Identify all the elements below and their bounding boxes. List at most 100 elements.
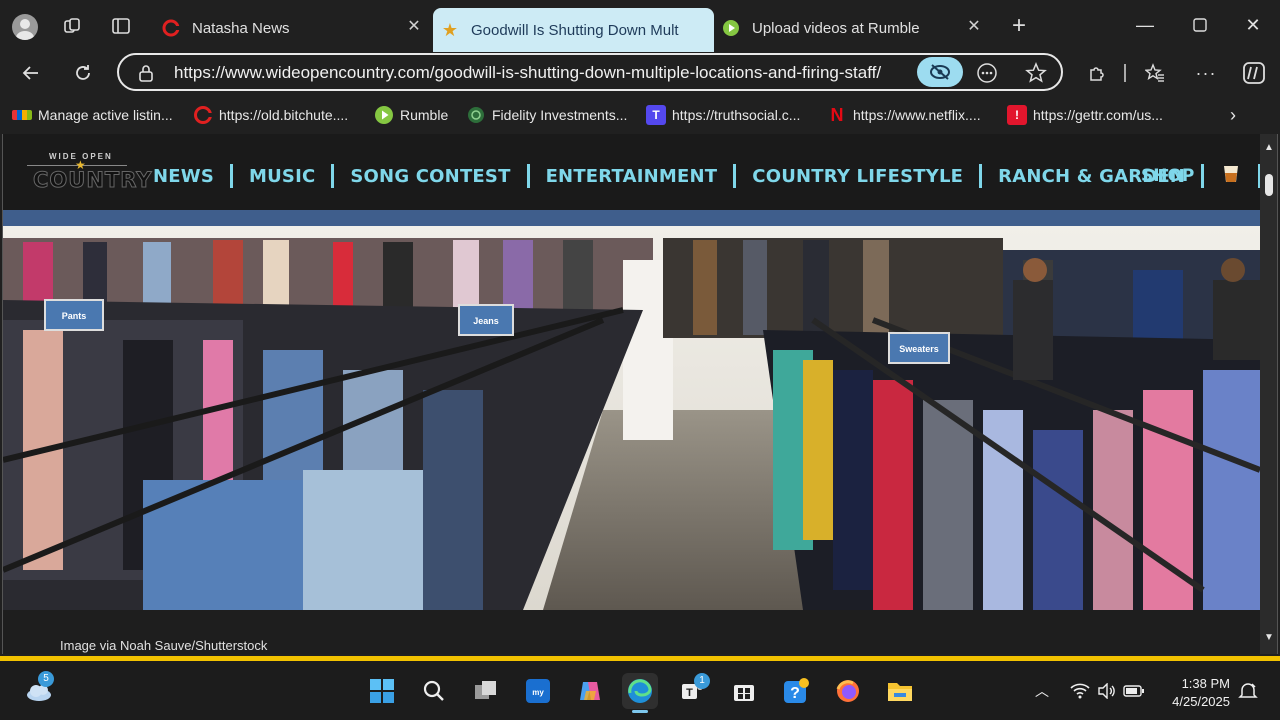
gettr-icon: ! bbox=[1007, 105, 1027, 125]
fidelity-icon bbox=[466, 105, 486, 125]
close-tab-icon[interactable]: ✕ bbox=[964, 17, 984, 37]
settings-more-icon[interactable]: ··· bbox=[1189, 56, 1223, 90]
maximize-icon[interactable] bbox=[1180, 10, 1220, 40]
favorites-bar: Manage active listin... https://old.bitc… bbox=[0, 94, 1280, 134]
bookmark-truthsocial[interactable]: T https://truthsocial.c... bbox=[646, 104, 800, 126]
copilot-icon[interactable] bbox=[1237, 56, 1271, 90]
file-explorer-icon[interactable] bbox=[882, 673, 918, 709]
scroll-down-icon[interactable]: ▼ bbox=[1263, 632, 1275, 644]
firefox-icon[interactable] bbox=[830, 673, 866, 709]
bitchute-icon bbox=[193, 105, 213, 125]
notifications-icon[interactable] bbox=[1230, 673, 1266, 709]
url-text[interactable]: https://www.wideopencountry.com/goodwill… bbox=[174, 63, 881, 83]
svg-text:T: T bbox=[686, 687, 693, 699]
back-icon[interactable] bbox=[14, 56, 48, 90]
rumble-icon bbox=[374, 105, 394, 125]
new-tab-icon[interactable]: + bbox=[1005, 12, 1033, 40]
hero-image: Pants Jeans Sweaters bbox=[3, 210, 1260, 610]
rumble-icon bbox=[722, 19, 740, 37]
tab-title: Goodwill Is Shutting Down Multip bbox=[471, 21, 679, 39]
menu-music[interactable]: MUSIC bbox=[249, 166, 315, 187]
myhp-icon[interactable]: my bbox=[520, 673, 556, 709]
clock-time: 1:38 PM bbox=[1181, 676, 1230, 691]
menu-song-contest[interactable]: SONG CONTEST bbox=[350, 166, 510, 187]
menu-country-lifestyle[interactable]: COUNTRY LIFESTYLE bbox=[752, 166, 963, 187]
close-tab-icon[interactable] bbox=[686, 16, 706, 36]
chevron-up-icon[interactable]: ︿ bbox=[1024, 673, 1060, 709]
sign-pants: Pants bbox=[44, 299, 104, 331]
weather-badge: 5 bbox=[38, 671, 54, 687]
weather-icon[interactable]: 5 bbox=[22, 671, 58, 709]
bookmark-fidelity[interactable]: Fidelity Investments... bbox=[466, 104, 627, 126]
close-tab-icon[interactable]: ✕ bbox=[404, 17, 424, 37]
system-clock[interactable]: 1:38 PM 4/25/2025 bbox=[1160, 675, 1230, 711]
copilot-app-icon[interactable] bbox=[572, 673, 608, 709]
more-options-circle-icon[interactable] bbox=[974, 60, 1000, 86]
refresh-icon[interactable] bbox=[66, 56, 100, 90]
bookmark-label: Rumble bbox=[400, 107, 449, 123]
menu-news[interactable]: NEWS bbox=[153, 166, 214, 187]
menu-separator bbox=[331, 164, 335, 188]
taskbar: 5 my T 1 ? ︿ 1:38 PM 4/25/2025 bbox=[0, 661, 1280, 720]
teams-icon[interactable]: T 1 bbox=[674, 673, 710, 709]
tab-rumble-upload[interactable]: Upload videos at Rumble ✕ bbox=[714, 9, 992, 47]
scroll-thumb[interactable] bbox=[1265, 174, 1273, 196]
bookmark-label: https://gettr.com/us... bbox=[1033, 107, 1163, 123]
task-view-icon[interactable] bbox=[468, 673, 504, 709]
battery-icon[interactable] bbox=[1116, 673, 1152, 709]
sign-jeans-label: Jeans bbox=[473, 316, 499, 326]
site-header: WIDE OPEN ★ COUNTRY NEWS MUSIC SONG CONT… bbox=[3, 134, 1262, 210]
bookmark-bitchute[interactable]: https://old.bitchute.... bbox=[193, 104, 348, 126]
truthsocial-icon: T bbox=[646, 105, 666, 125]
bookmark-label: Manage active listin... bbox=[38, 107, 173, 123]
star-icon: ★ bbox=[441, 19, 459, 40]
red-c-icon bbox=[162, 19, 180, 37]
tracking-prevention-icon[interactable] bbox=[917, 57, 963, 87]
site-logo[interactable]: WIDE OPEN ★ COUNTRY bbox=[19, 152, 152, 196]
svg-text:my: my bbox=[532, 688, 544, 697]
whiskey-glass-icon[interactable] bbox=[1220, 163, 1242, 190]
lock-icon[interactable] bbox=[138, 64, 154, 87]
tab-title: Natasha News bbox=[192, 19, 290, 37]
menu-entertainment[interactable]: ENTERTAINMENT bbox=[546, 166, 718, 187]
search-icon[interactable] bbox=[416, 673, 452, 709]
bookmark-rumble[interactable]: Rumble bbox=[374, 104, 448, 126]
favorite-star-icon[interactable] bbox=[1023, 60, 1049, 86]
favorites-icon[interactable] bbox=[1138, 56, 1172, 90]
ebay-icon bbox=[12, 110, 32, 120]
sign-jeans: Jeans bbox=[458, 304, 514, 336]
page-scrollbar[interactable]: ▲ ▼ bbox=[1260, 134, 1277, 654]
minimize-icon[interactable]: — bbox=[1125, 10, 1165, 40]
scroll-up-icon[interactable]: ▲ bbox=[1263, 142, 1275, 154]
edge-icon[interactable] bbox=[622, 673, 658, 713]
extensions-icon[interactable] bbox=[1080, 56, 1114, 90]
menu-separator bbox=[526, 164, 530, 188]
logo-bottom-text: COUNTRY bbox=[32, 168, 153, 193]
close-window-icon[interactable]: ✕ bbox=[1233, 10, 1273, 40]
svg-text:?: ? bbox=[790, 685, 800, 702]
menu-shop[interactable]: SHOP bbox=[1141, 166, 1194, 186]
start-icon[interactable] bbox=[364, 673, 400, 709]
chevron-right-icon[interactable]: › bbox=[1230, 104, 1236, 126]
sign-sweaters-label: Sweaters bbox=[899, 344, 939, 354]
bookmark-label: https://truthsocial.c... bbox=[672, 107, 801, 123]
address-bar[interactable]: https://www.wideopencountry.com/goodwill… bbox=[117, 53, 1063, 91]
site-menu: NEWS MUSIC SONG CONTEST ENTERTAINMENT CO… bbox=[153, 162, 1277, 190]
tab-title: Upload videos at Rumble bbox=[752, 19, 920, 37]
bookmark-ebay[interactable]: Manage active listin... bbox=[12, 104, 173, 126]
bookmark-netflix[interactable]: N https://www.netflix.... bbox=[827, 104, 981, 126]
sign-pants-label: Pants bbox=[62, 311, 87, 321]
clock-date: 4/25/2025 bbox=[1172, 694, 1230, 709]
workspaces-icon[interactable] bbox=[58, 12, 86, 40]
get-help-icon[interactable]: ? bbox=[778, 673, 814, 709]
menu-separator bbox=[229, 164, 233, 188]
navigation-bar: https://www.wideopencountry.com/goodwill… bbox=[0, 52, 1280, 94]
tab-goodwill-article[interactable]: ★ Goodwill Is Shutting Down Multip bbox=[433, 8, 714, 52]
netflix-icon: N bbox=[830, 104, 844, 125]
profile-avatar[interactable] bbox=[12, 14, 38, 40]
tab-natasha-news[interactable]: Natasha News ✕ bbox=[154, 9, 432, 47]
tab-strip: Natasha News ✕ ★ Goodwill Is Shutting Do… bbox=[0, 0, 1280, 52]
microsoft-store-icon[interactable] bbox=[726, 673, 762, 709]
bookmark-gettr[interactable]: ! https://gettr.com/us... bbox=[1007, 104, 1163, 126]
vertical-tabs-icon[interactable] bbox=[107, 12, 135, 40]
